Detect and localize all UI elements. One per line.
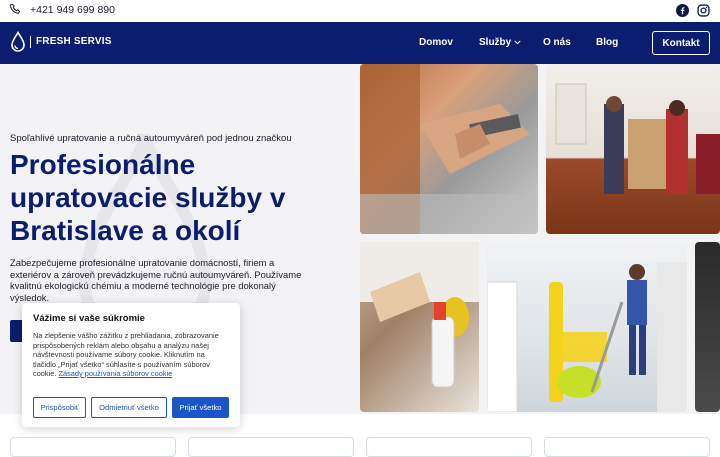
photo-tile-moving	[546, 64, 720, 234]
hero-description: Zabezpečujeme profesionálne upratovanie …	[10, 257, 302, 303]
service-card[interactable]	[544, 437, 710, 457]
top-bar: +421 949 699 890	[0, 0, 720, 22]
cookie-title: Vážime si vaše súkromie	[33, 313, 145, 324]
nav-item-sluzby-label: Služby	[479, 37, 512, 48]
service-card[interactable]	[188, 437, 354, 457]
service-card[interactable]	[10, 437, 176, 457]
nav-item-o-nas[interactable]: O nás	[543, 37, 571, 48]
instagram-icon[interactable]	[697, 4, 710, 17]
accept-all-button[interactable]: Prijať všetko	[172, 397, 229, 418]
photo-tile-spraying	[360, 242, 479, 412]
hero-title: Profesionálne upratovacie služby v Brati…	[10, 149, 286, 246]
photo-tile-partial	[695, 242, 720, 412]
reject-all-button[interactable]: Odmietnuť všetko	[91, 397, 167, 418]
main-navbar: FRESH SERVIS Domov Služby O nás Blog Kon…	[0, 22, 720, 64]
phone-number: +421 949 699 890	[30, 3, 115, 16]
hero-subtitle: Spoľahlivé upratovanie a ručná autoumyvá…	[10, 133, 292, 144]
nav-item-blog[interactable]: Blog	[596, 37, 618, 48]
cookie-text-block: Na zlepšenie vášho zážitku z prehliadani…	[33, 331, 229, 379]
social-links	[676, 4, 710, 17]
cookie-buttons: Prispôsobiť Odmietnuť všetko Prijať všet…	[33, 397, 229, 418]
brand-name: FRESH SERVIS	[30, 36, 112, 48]
facebook-icon[interactable]	[676, 4, 689, 17]
service-card[interactable]	[366, 437, 532, 457]
contact-button[interactable]: Kontakt	[652, 31, 710, 55]
water-drop-logo-icon	[11, 31, 25, 52]
photo-tile-scraping	[360, 64, 538, 234]
customize-button[interactable]: Prispôsobiť	[33, 397, 86, 418]
nav-item-sluzby[interactable]: Služby	[479, 37, 521, 48]
brand-logo[interactable]: FRESH SERVIS	[10, 31, 112, 53]
cookie-policy-link[interactable]: Zásady používania súborov cookie	[58, 369, 172, 378]
cookie-consent-dialog: Vážime si vaše súkromie Na zlepšenie váš…	[22, 303, 240, 427]
phone-icon	[9, 3, 20, 14]
phone-contact[interactable]: +421 949 699 890	[9, 3, 115, 16]
nav-item-domov[interactable]: Domov	[419, 37, 453, 48]
chevron-down-icon	[514, 40, 521, 45]
photo-tile-mopping	[487, 242, 687, 412]
